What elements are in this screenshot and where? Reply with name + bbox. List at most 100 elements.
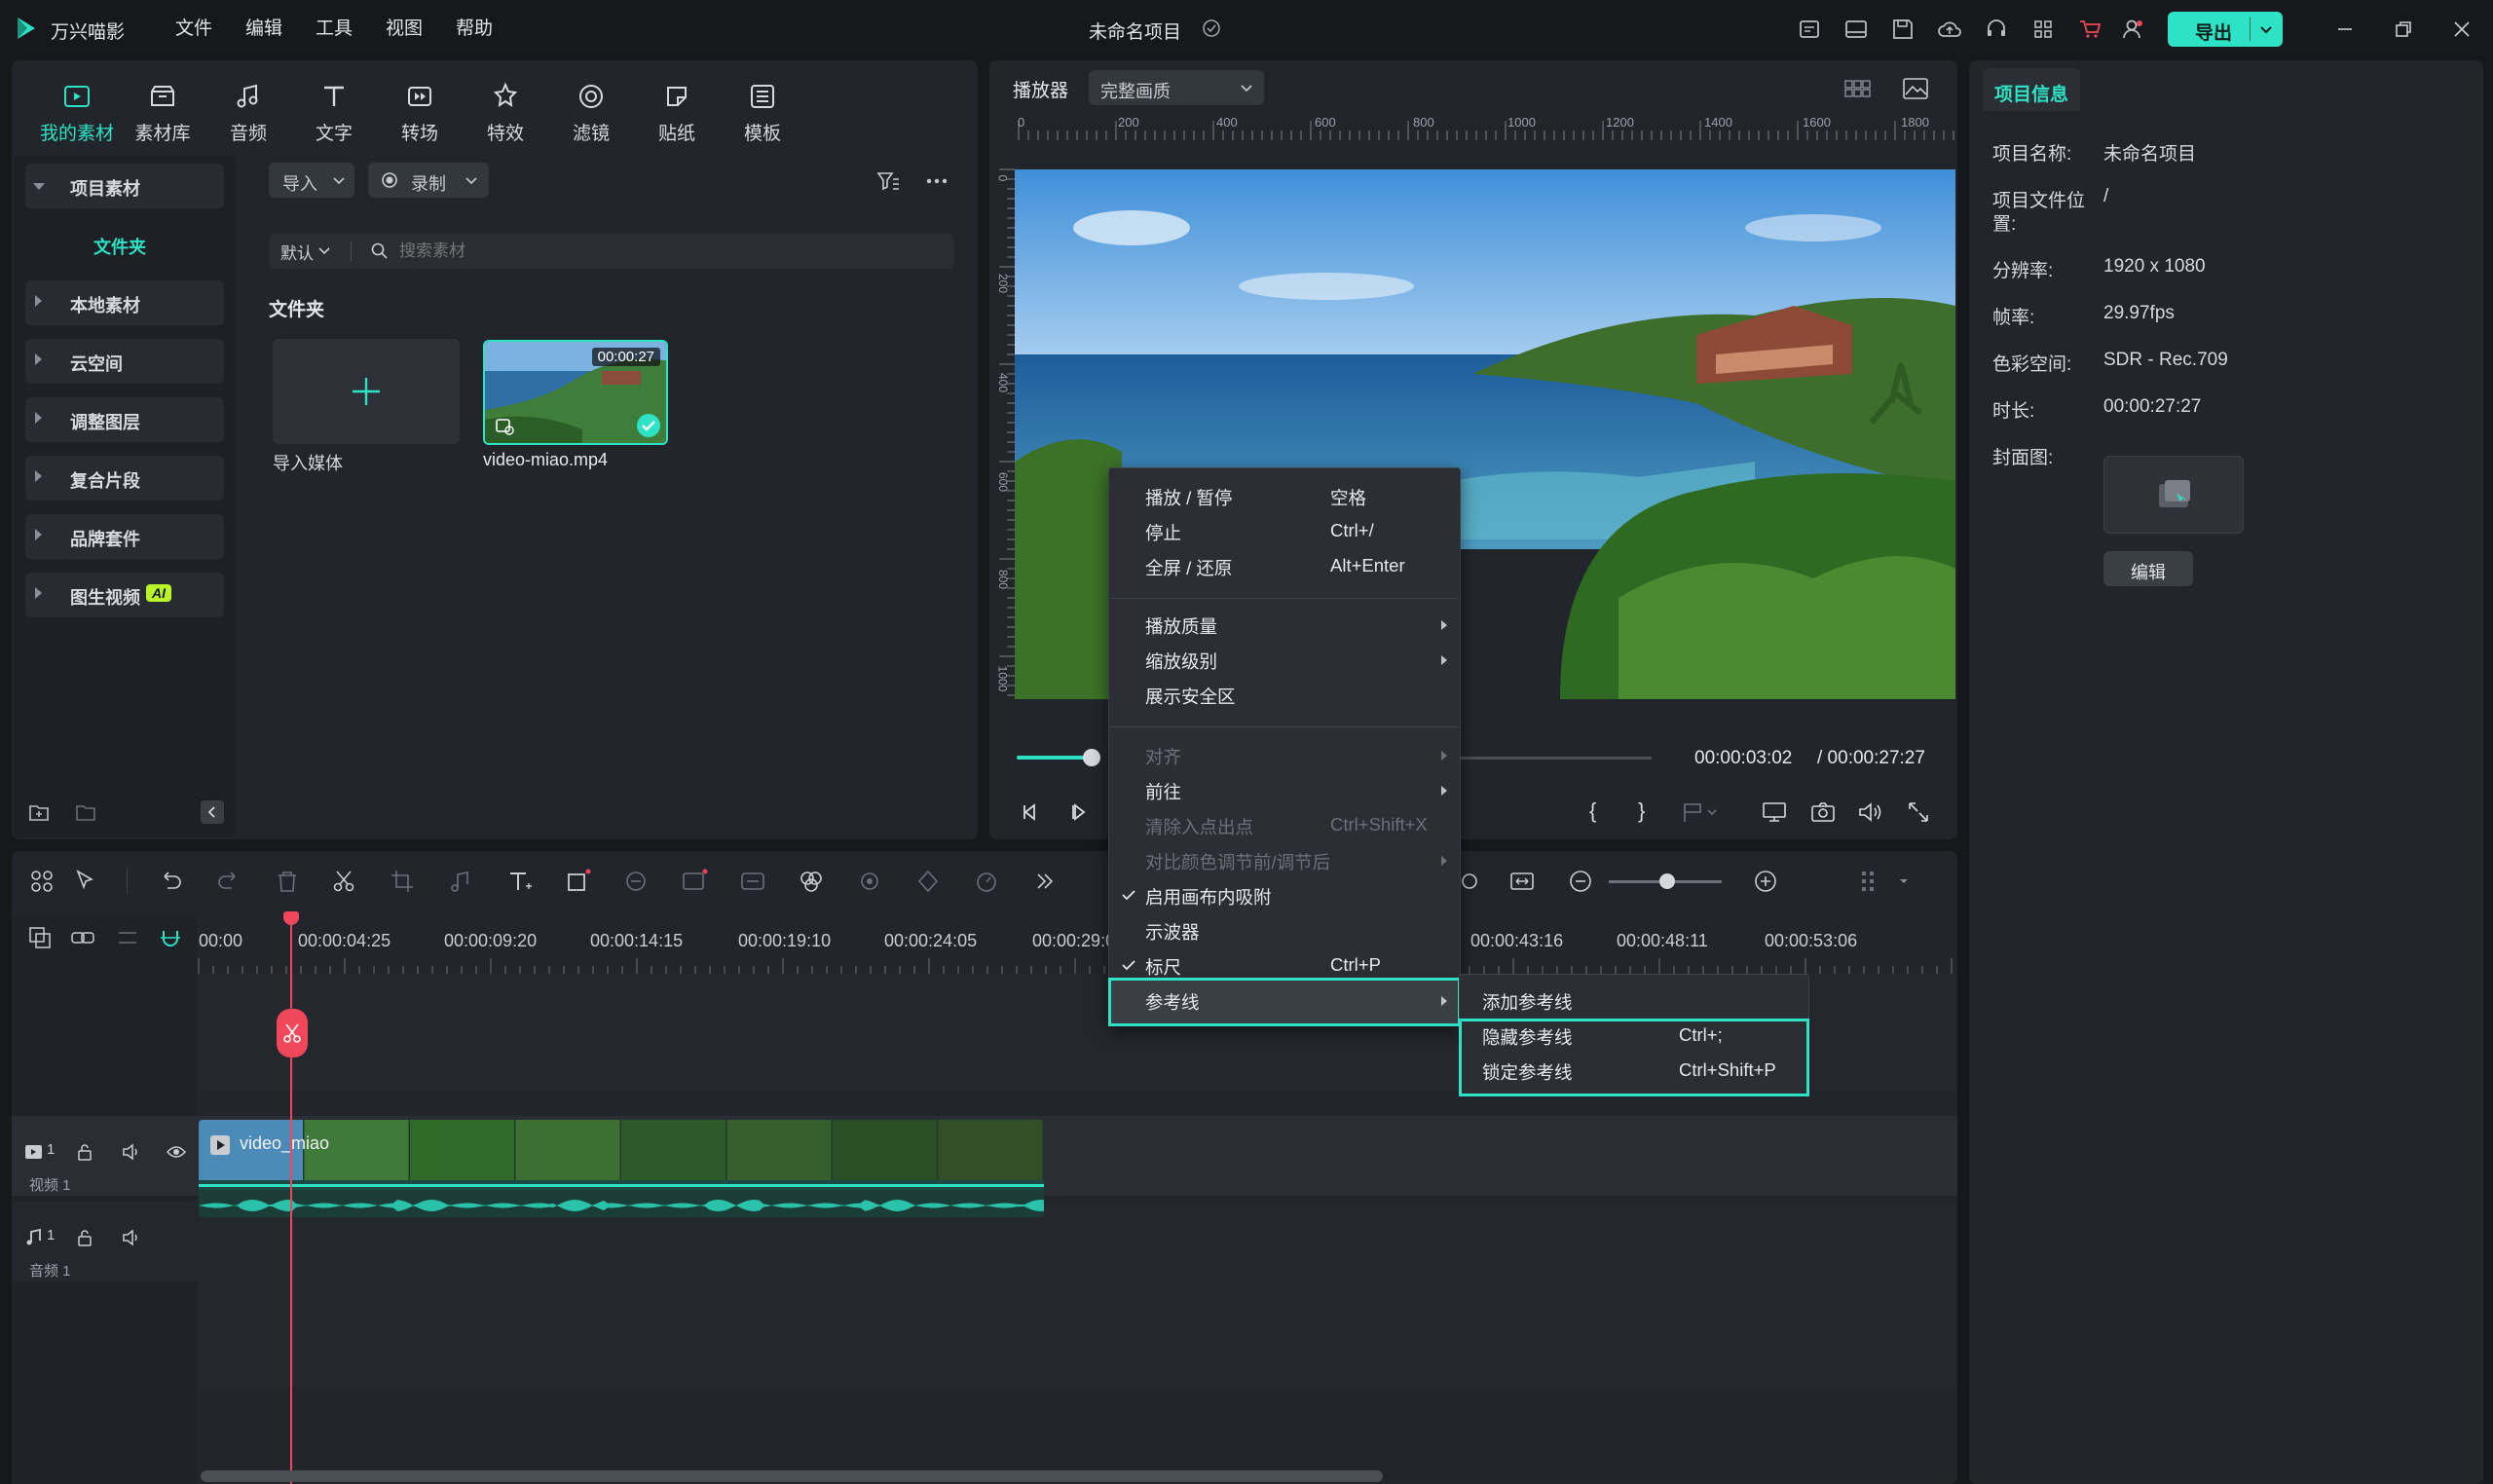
menu-file[interactable]: 文件 — [175, 0, 212, 58]
sidebar-item-project-media[interactable]: 项目素材 — [25, 164, 224, 208]
volume-slider-handle[interactable] — [1083, 749, 1100, 766]
sidebar-item-brand-kit[interactable]: 品牌套件 — [25, 514, 224, 559]
chevron-down-icon[interactable] — [1897, 874, 1911, 888]
layout-icon[interactable] — [1842, 16, 1870, 43]
account-icon[interactable] — [2119, 16, 2146, 43]
menu-edit[interactable]: 编辑 — [245, 0, 282, 58]
quality-dropdown[interactable]: 完整画质 — [1089, 70, 1264, 105]
subtitle-icon[interactable] — [738, 867, 767, 896]
grid-view-icon[interactable] — [1842, 74, 1872, 103]
sidebar-item-local-media[interactable]: 本地素材 — [25, 280, 224, 325]
lock-icon[interactable] — [74, 1227, 95, 1248]
fullscreen-icon[interactable] — [1905, 798, 1932, 826]
menu-view[interactable]: 视图 — [386, 0, 423, 58]
chevron-down-icon[interactable] — [2257, 20, 2275, 38]
image-snapshot-icon[interactable] — [1901, 74, 1930, 103]
more-tools-icon[interactable] — [1030, 867, 1060, 896]
sidebar-item-image-to-video[interactable]: 图生视频 AI — [25, 573, 224, 617]
menu-item-playback-quality[interactable]: 播放质量 — [1145, 613, 1217, 639]
track-volume-icon[interactable] — [121, 1227, 142, 1248]
add-track-icon[interactable] — [27, 925, 53, 950]
menu-item-guides[interactable]: 参考线 — [1145, 989, 1200, 1015]
tab-transition[interactable]: 转场 — [377, 80, 463, 148]
tab-audio[interactable]: 音频 — [205, 80, 291, 148]
playhead-line[interactable] — [290, 919, 292, 1484]
camera-snapshot-icon[interactable] — [1809, 798, 1837, 826]
layout-grid-icon[interactable] — [1854, 867, 1883, 896]
audio-edit-icon[interactable] — [446, 867, 475, 896]
sidebar-item-cloud[interactable]: 云空间 — [25, 339, 224, 384]
import-dropdown[interactable]: 导入 — [269, 163, 354, 198]
menu-item-ruler[interactable]: 标尺 — [1145, 954, 1181, 980]
keyframe-icon[interactable] — [913, 867, 943, 896]
edit-cover-button[interactable]: 编辑 — [2103, 551, 2193, 586]
link-icon[interactable] — [70, 925, 95, 950]
add-text-icon[interactable] — [504, 867, 534, 896]
apps-grid-icon[interactable] — [2029, 16, 2057, 43]
menu-item-play-pause[interactable]: 播放 / 暂停 — [1145, 485, 1232, 510]
zoom-slider-handle[interactable] — [1659, 873, 1675, 889]
collapse-sidebar-button[interactable] — [201, 800, 224, 824]
feedback-icon[interactable] — [1796, 16, 1823, 43]
fit-timeline-icon[interactable] — [1507, 867, 1537, 896]
previous-frame-icon[interactable] — [1017, 798, 1044, 826]
select-tool-icon[interactable] — [72, 867, 101, 896]
menu-item-canvas-snap[interactable]: 启用画布内吸附 — [1145, 884, 1272, 909]
progress-track[interactable] — [1461, 757, 1652, 760]
tab-sticker[interactable]: 贴纸 — [634, 80, 720, 148]
menu-tools[interactable]: 工具 — [316, 0, 353, 58]
menu-item-hide-guides[interactable]: 隐藏参考线 — [1482, 1024, 1573, 1050]
color-match-icon[interactable] — [797, 867, 826, 896]
undo-icon[interactable] — [156, 867, 185, 896]
support-headset-icon[interactable] — [1983, 16, 2010, 43]
track-volume-icon[interactable] — [121, 1141, 142, 1163]
mark-out-icon[interactable]: } — [1638, 798, 1659, 826]
export-button[interactable]: 导出 — [2168, 12, 2283, 47]
folder-icon[interactable] — [74, 800, 97, 824]
magnet-snap-icon[interactable] — [158, 925, 183, 950]
timeline-video-clip[interactable]: video_miao — [199, 1120, 1044, 1217]
speed-icon[interactable] — [972, 867, 1001, 896]
tab-library[interactable]: 素材库 — [120, 80, 205, 148]
menu-item-lock-guides[interactable]: 锁定参考线 — [1482, 1059, 1573, 1085]
chevron-down-icon[interactable] — [317, 243, 331, 257]
volume-icon[interactable] — [1856, 798, 1883, 826]
sidebar-item-adjustment-layer[interactable]: 调整图层 — [25, 397, 224, 442]
menu-item-add-guide[interactable]: 添加参考线 — [1482, 989, 1573, 1015]
display-icon[interactable] — [1761, 798, 1788, 826]
menu-item-compare-color[interactable]: 对比颜色调节前/调节后 — [1145, 849, 1330, 874]
more-options-icon[interactable] — [923, 167, 950, 195]
restore-icon[interactable] — [2392, 18, 2415, 41]
sidebar-item-compound-clip[interactable]: 复合片段 — [25, 456, 224, 501]
ai-text-icon[interactable] — [680, 867, 709, 896]
close-icon[interactable] — [2450, 18, 2474, 41]
shape-icon[interactable] — [563, 867, 592, 896]
menu-item-align[interactable]: 对齐 — [1145, 744, 1181, 769]
sidebar-item-folder[interactable]: 文件夹 — [93, 234, 146, 259]
zoom-out-icon[interactable] — [1566, 867, 1595, 896]
tab-text[interactable]: 文字 — [291, 80, 377, 148]
motion-track-icon[interactable] — [855, 867, 884, 896]
tab-project-info[interactable]: 项目信息 — [1983, 68, 2080, 111]
crop-icon[interactable] — [388, 867, 417, 896]
menu-item-scopes[interactable]: 示波器 — [1145, 919, 1200, 945]
tab-my-media[interactable]: 我的素材 — [34, 80, 120, 148]
playhead-split-button[interactable] — [277, 1009, 308, 1057]
split-scissors-icon[interactable] — [329, 867, 358, 896]
delete-icon[interactable] — [273, 867, 302, 896]
save-icon[interactable] — [1889, 16, 1916, 43]
play-icon[interactable] — [1065, 798, 1093, 826]
cloud-upload-icon[interactable] — [1936, 16, 1963, 43]
record-dropdown[interactable]: 录制 — [368, 163, 489, 198]
mark-in-icon[interactable]: { — [1589, 798, 1611, 826]
menu-item-stop[interactable]: 停止 — [1145, 520, 1181, 545]
menu-item-go-to[interactable]: 前往 — [1145, 779, 1181, 804]
import-media-tile[interactable] — [273, 339, 460, 444]
eye-icon[interactable] — [166, 1141, 187, 1163]
tab-effects[interactable]: 特效 — [463, 80, 548, 148]
media-clip-thumbnail[interactable]: 00:00:27 — [483, 340, 668, 445]
minimize-icon[interactable] — [2333, 18, 2357, 41]
menu-item-zoom-level[interactable]: 缩放级别 — [1145, 649, 1217, 674]
zoom-in-icon[interactable] — [1751, 867, 1780, 896]
mask-icon[interactable] — [621, 867, 651, 896]
